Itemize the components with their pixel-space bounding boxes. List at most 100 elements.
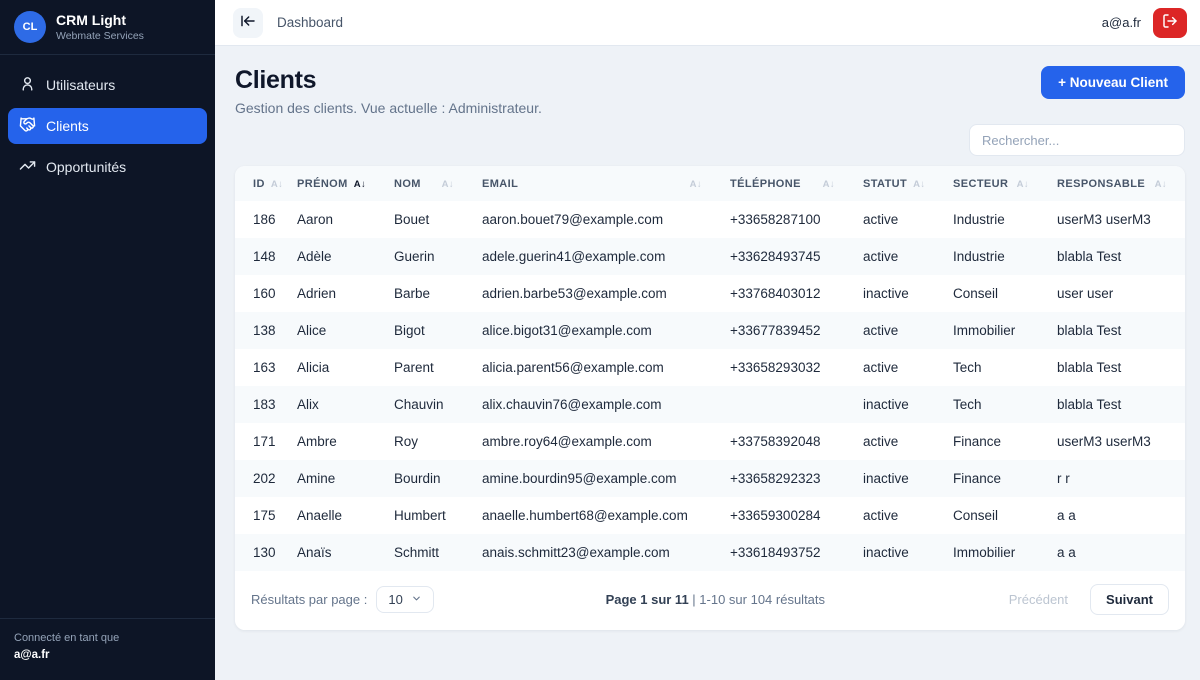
per-page-select[interactable]: 10	[376, 586, 433, 613]
table-cell: active	[853, 349, 943, 386]
sidebar-item-utilisateurs[interactable]: Utilisateurs	[8, 67, 207, 103]
logout-button[interactable]	[1153, 8, 1187, 38]
sort-az-icon: A↓	[1155, 179, 1167, 190]
app-logo: CL	[14, 11, 46, 43]
app-subtitle: Webmate Services	[56, 30, 144, 42]
table-cell: 175	[235, 497, 287, 534]
table-row[interactable]: 163AliciaParentalicia.parent56@example.c…	[235, 349, 1185, 386]
sidebar-item-opportunites[interactable]: Opportunités	[8, 149, 207, 185]
table-cell: 130	[235, 534, 287, 571]
page-info: Page 1 sur 11 | 1-10 sur 104 résultats	[606, 592, 825, 607]
sort-az-icon: A↓	[823, 179, 835, 190]
table-cell: Alix	[287, 386, 384, 423]
column-header-prénom[interactable]: PRÉNOMA↓	[287, 166, 384, 201]
table-cell: Parent	[384, 349, 472, 386]
table-cell: alicia.parent56@example.com	[472, 349, 720, 386]
table-cell: amine.bourdin95@example.com	[472, 460, 720, 497]
column-header-nom[interactable]: NOM A↓	[384, 166, 472, 201]
sidebar-nav: Utilisateurs Clients Opportunités	[0, 55, 215, 618]
table-cell: +33658287100	[720, 201, 853, 238]
table-cell: active	[853, 497, 943, 534]
column-header-secteur[interactable]: SECTEURA↓	[943, 166, 1047, 201]
sidebar-item-clients[interactable]: Clients	[8, 108, 207, 144]
sort-az-icon: A↓	[1017, 179, 1029, 190]
back-button[interactable]	[233, 8, 263, 38]
column-label: EMAIL	[482, 178, 518, 190]
column-header-id[interactable]: IDA↓	[235, 166, 287, 201]
previous-page-button[interactable]: Précédent	[997, 585, 1080, 614]
table-cell: +33628493745	[720, 238, 853, 275]
table-cell: adrien.barbe53@example.com	[472, 275, 720, 312]
table-cell: +33758392048	[720, 423, 853, 460]
table-cell: Bouet	[384, 201, 472, 238]
sort-az-icon: A↓	[442, 179, 454, 190]
table-cell: 202	[235, 460, 287, 497]
column-label: STATUT	[863, 178, 907, 190]
table-cell: +33659300284	[720, 497, 853, 534]
chevron-down-icon	[411, 592, 422, 607]
table-cell: active	[853, 238, 943, 275]
table-cell: a a	[1047, 534, 1185, 571]
column-header-responsable[interactable]: RESPONSABLE A↓	[1047, 166, 1185, 201]
table-cell: Immobilier	[943, 534, 1047, 571]
content-header: Clients Gestion des clients. Vue actuell…	[235, 66, 1185, 116]
column-label: RESPONSABLE	[1057, 178, 1145, 190]
table-cell: Adrien	[287, 275, 384, 312]
column-label: NOM	[394, 178, 421, 190]
table-row[interactable]: 202AmineBourdinamine.bourdin95@example.c…	[235, 460, 1185, 497]
table-row[interactable]: 148AdèleGuerinadele.guerin41@example.com…	[235, 238, 1185, 275]
table-cell: Roy	[384, 423, 472, 460]
trending-up-icon	[19, 157, 36, 177]
page-info-strong: Page 1 sur 11	[606, 592, 689, 607]
search-input[interactable]	[969, 124, 1185, 156]
table-cell: 160	[235, 275, 287, 312]
user-icon	[19, 75, 36, 95]
column-header-statut[interactable]: STATUTA↓	[853, 166, 943, 201]
table-cell: Finance	[943, 460, 1047, 497]
clients-table: IDA↓PRÉNOMA↓NOMA↓EMAILA↓TÉLÉPHONEA↓STATU…	[235, 166, 1185, 571]
table-row[interactable]: 175AnaelleHumbertanaelle.humbert68@examp…	[235, 497, 1185, 534]
topbar-right: a@a.fr	[1102, 8, 1187, 38]
table-cell: Schmitt	[384, 534, 472, 571]
topbar-title: Dashboard	[277, 15, 343, 30]
column-header-email[interactable]: EMAILA↓	[472, 166, 720, 201]
table-cell: Industrie	[943, 238, 1047, 275]
sidebar: CL CRM Light Webmate Services Utilisateu…	[0, 0, 215, 680]
table-row[interactable]: 171AmbreRoyambre.roy64@example.com+33758…	[235, 423, 1185, 460]
table-cell: +33677839452	[720, 312, 853, 349]
table-cell: Bigot	[384, 312, 472, 349]
table-cell: Guerin	[384, 238, 472, 275]
table-row[interactable]: 130AnaïsSchmittanais.schmitt23@example.c…	[235, 534, 1185, 571]
table-cell: 171	[235, 423, 287, 460]
per-page-control: Résultats par page : 10	[251, 586, 434, 613]
table-cell: inactive	[853, 275, 943, 312]
table-row[interactable]: 160AdrienBarbeadrien.barbe53@example.com…	[235, 275, 1185, 312]
content: Clients Gestion des clients. Vue actuell…	[215, 46, 1200, 680]
table-row[interactable]: 183AlixChauvinalix.chauvin76@example.com…	[235, 386, 1185, 423]
table-cell: blabla Test	[1047, 238, 1185, 275]
column-header-téléphone[interactable]: TÉLÉPHONEA↓	[720, 166, 853, 201]
table-cell: userM3 userM3	[1047, 201, 1185, 238]
pagination-footer: Résultats par page : 10 Page 1 sur 11 | …	[235, 571, 1185, 630]
new-client-button[interactable]: + Nouveau Client	[1041, 66, 1185, 99]
table-row[interactable]: 138AliceBigotalice.bigot31@example.com+3…	[235, 312, 1185, 349]
session-email: a@a.fr	[14, 647, 201, 664]
next-page-button[interactable]: Suivant	[1090, 584, 1169, 615]
app-logo-header: CL CRM Light Webmate Services	[0, 0, 215, 55]
table-cell: Alicia	[287, 349, 384, 386]
table-row[interactable]: 186AaronBouetaaron.bouet79@example.com+3…	[235, 201, 1185, 238]
table-cell: Ambre	[287, 423, 384, 460]
table-cell: Tech	[943, 349, 1047, 386]
table-cell: adele.guerin41@example.com	[472, 238, 720, 275]
table-cell: Bourdin	[384, 460, 472, 497]
handshake-icon	[19, 116, 36, 136]
table-cell: r r	[1047, 460, 1185, 497]
table-cell: +33618493752	[720, 534, 853, 571]
table-cell: Finance	[943, 423, 1047, 460]
table-cell: anaelle.humbert68@example.com	[472, 497, 720, 534]
table-cell: Anaelle	[287, 497, 384, 534]
per-page-label: Résultats par page :	[251, 592, 367, 607]
table-cell: inactive	[853, 386, 943, 423]
pager: Précédent Suivant	[997, 584, 1169, 615]
table-cell: inactive	[853, 534, 943, 571]
